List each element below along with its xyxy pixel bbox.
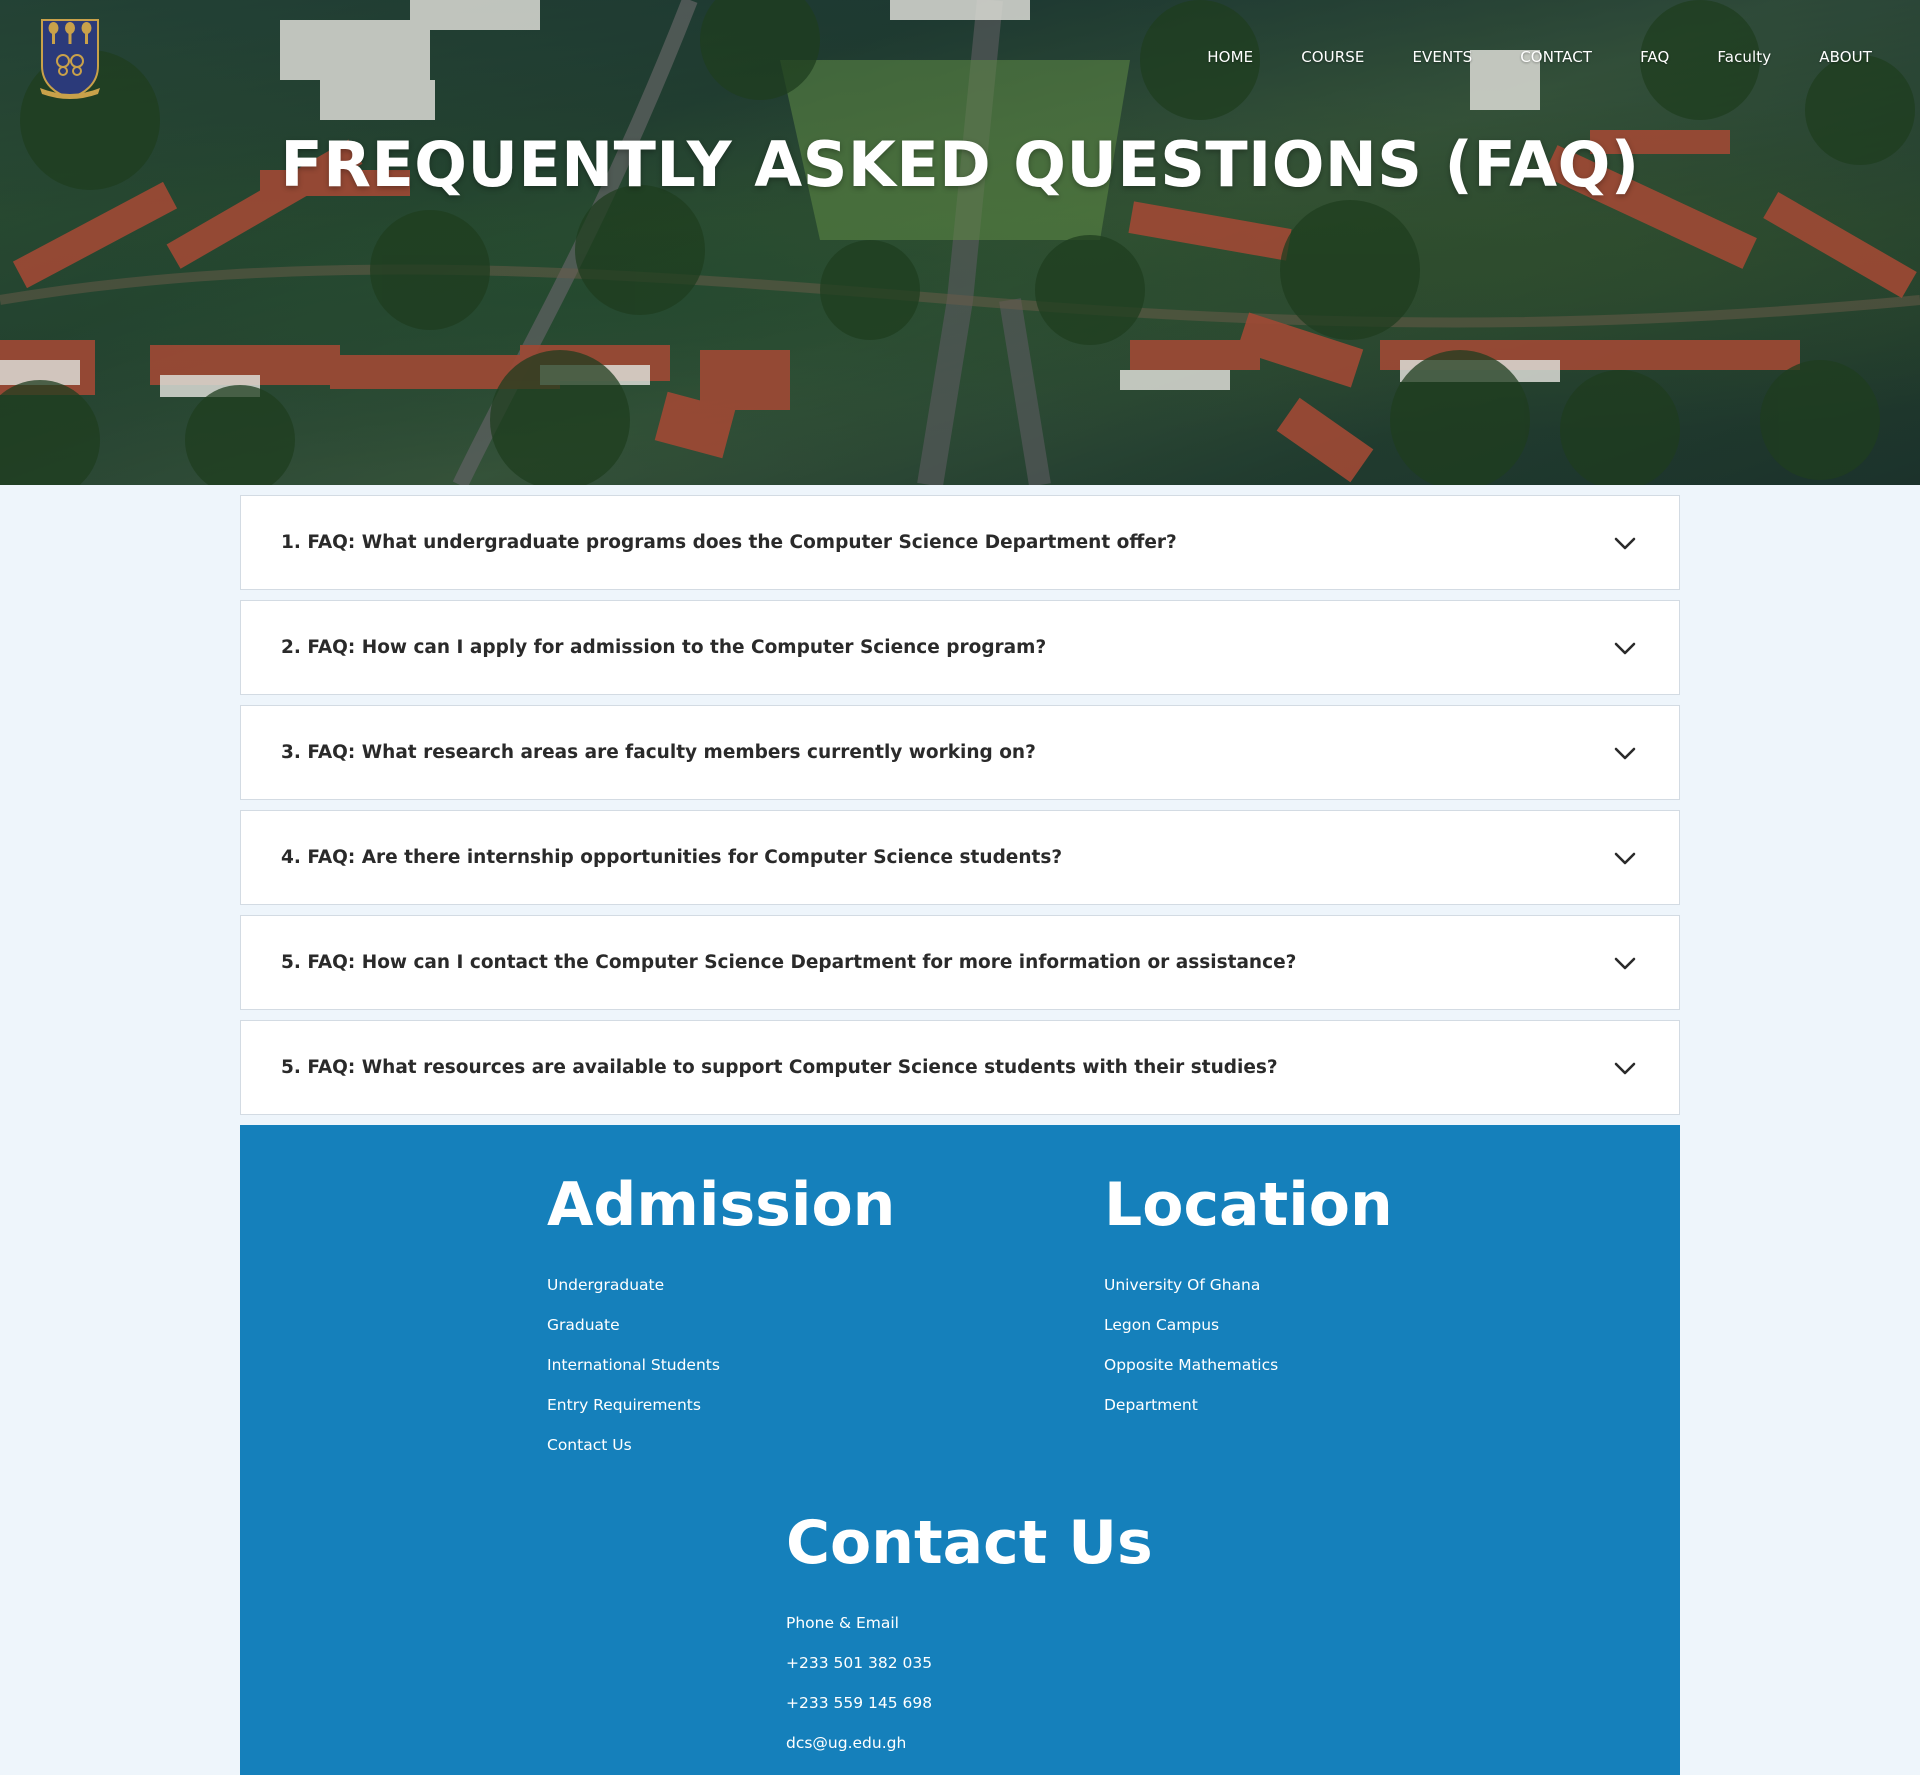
footer-link-international-students[interactable]: International Students xyxy=(547,1345,895,1385)
footer-contact-heading: Contact Us xyxy=(786,1508,1153,1578)
faq-item[interactable]: 4. FAQ: Are there internship opportuniti… xyxy=(240,810,1680,905)
faq-item[interactable]: 5. FAQ: How can I contact the Computer S… xyxy=(240,915,1680,1010)
faq-item[interactable]: 5. FAQ: What resources are available to … xyxy=(240,1020,1680,1115)
footer-contact-column: Contact Us Phone & Email +233 501 382 03… xyxy=(786,1513,1153,1763)
chevron-down-icon[interactable] xyxy=(1611,844,1639,872)
nav-contact-link[interactable]: CONTACT xyxy=(1496,48,1616,66)
footer-link-entry-requirements[interactable]: Entry Requirements xyxy=(547,1385,895,1425)
footer-link-contact-us[interactable]: Contact Us xyxy=(547,1425,895,1465)
footer-admission-column: Admission Undergraduate Graduate Interna… xyxy=(547,1175,895,1465)
footer-location-heading: Location xyxy=(1104,1170,1393,1240)
nav-events-link[interactable]: EVENTS xyxy=(1388,48,1496,66)
faq-item[interactable]: 2. FAQ: How can I apply for admission to… xyxy=(240,600,1680,695)
university-crest-icon xyxy=(40,19,100,100)
university-crest-logo[interactable] xyxy=(36,16,104,102)
hero-banner: HOME COURSE EVENTS CONTACT FAQ Faculty A… xyxy=(0,0,1920,485)
faq-question: 5. FAQ: What resources are available to … xyxy=(281,1057,1278,1078)
main-nav: HOME COURSE EVENTS CONTACT FAQ Faculty A… xyxy=(1183,48,1880,66)
faq-question: 3. FAQ: What research areas are faculty … xyxy=(281,742,1036,763)
nav-faculty-link[interactable]: Faculty xyxy=(1693,48,1795,66)
page-title: FREQUENTLY ASKED QUESTIONS (FAQ) xyxy=(280,128,1640,201)
footer-admission-heading: Admission xyxy=(547,1170,896,1240)
faq-question: 1. FAQ: What undergraduate programs does… xyxy=(281,532,1177,553)
footer-location-line: University Of Ghana xyxy=(1104,1276,1261,1294)
chevron-down-icon[interactable] xyxy=(1611,949,1639,977)
faq-question: 5. FAQ: How can I contact the Computer S… xyxy=(281,952,1297,973)
nav-faq-link[interactable]: FAQ xyxy=(1616,48,1693,66)
nav-about-link[interactable]: ABOUT xyxy=(1795,48,1880,66)
faq-item[interactable]: 3. FAQ: What research areas are faculty … xyxy=(240,705,1680,800)
chevron-down-icon[interactable] xyxy=(1611,739,1639,767)
chevron-down-icon[interactable] xyxy=(1611,634,1639,662)
nav-course-link[interactable]: COURSE xyxy=(1277,48,1388,66)
faq-accordion: 1. FAQ: What undergraduate programs does… xyxy=(240,495,1680,1125)
chevron-down-icon[interactable] xyxy=(1611,529,1639,557)
faq-item[interactable]: 1. FAQ: What undergraduate programs does… xyxy=(240,495,1680,590)
footer-email[interactable]: dcs@ug.edu.gh xyxy=(786,1723,1153,1763)
footer-location-line: Opposite Mathematics xyxy=(1104,1356,1279,1374)
chevron-down-icon[interactable] xyxy=(1611,1054,1639,1082)
footer-link-graduate[interactable]: Graduate xyxy=(547,1305,895,1345)
site-footer: Admission Undergraduate Graduate Interna… xyxy=(240,1125,1680,1775)
footer-link-undergraduate[interactable]: Undergraduate xyxy=(547,1265,895,1305)
footer-contact-label: Phone & Email xyxy=(786,1614,899,1632)
footer-location-line: Legon Campus xyxy=(1104,1316,1220,1334)
faq-question: 4. FAQ: Are there internship opportuniti… xyxy=(281,847,1063,868)
nav-home-link[interactable]: HOME xyxy=(1183,48,1277,66)
footer-phone-2[interactable]: +233 559 145 698 xyxy=(786,1683,1153,1723)
footer-phone-1[interactable]: +233 501 382 035 xyxy=(786,1643,1153,1683)
campus-aerial-image xyxy=(0,0,1920,485)
footer-location-line: Department xyxy=(1104,1396,1198,1414)
footer-location-column: Location University Of Ghana Legon Campu… xyxy=(1104,1175,1393,1425)
faq-question: 2. FAQ: How can I apply for admission to… xyxy=(281,637,1047,658)
